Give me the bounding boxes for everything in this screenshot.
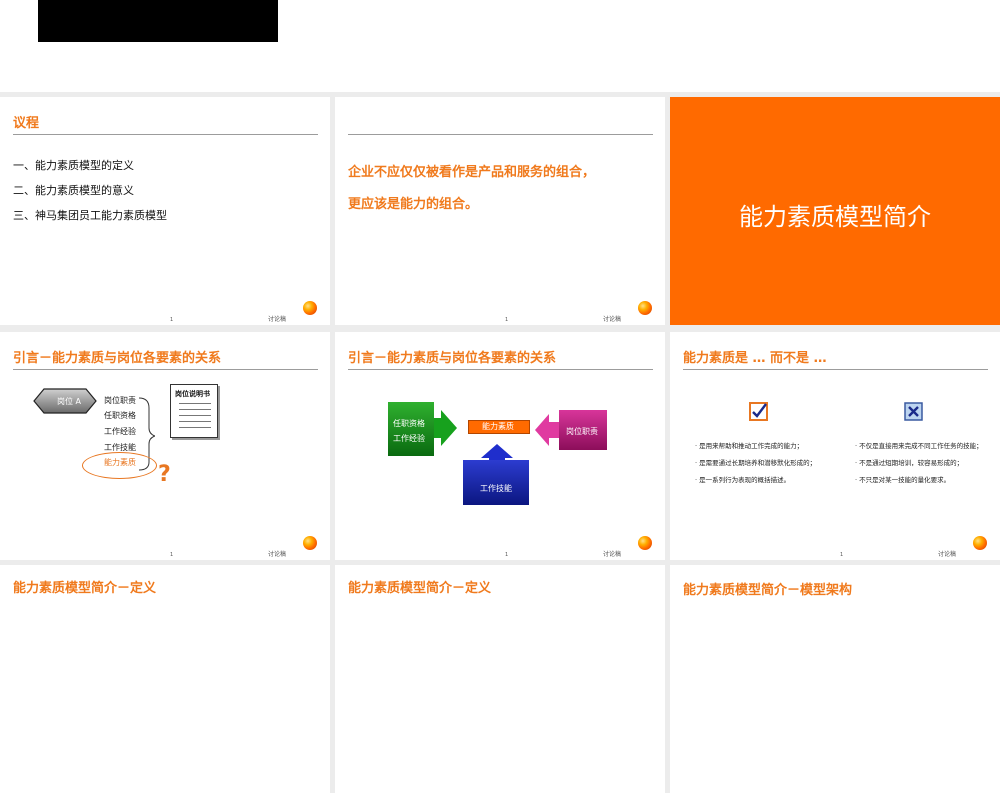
draft-label: 讨论稿 (268, 551, 287, 558)
slide-thumbnail-6[interactable]: 能力素质是 … 而不是 … · 是用来帮助和推动工作完成的能力； · 是需要通过… (670, 332, 1000, 560)
orange-orb-icon (638, 301, 652, 315)
page-number: 1 (170, 552, 174, 558)
slide-title: 引言－能力素质与岗位各要素的关系 (13, 351, 222, 366)
agenda-item: 二、能力素质模型的意义 (13, 184, 134, 197)
green-box-line: 任职资格 (393, 419, 425, 428)
draft-label: 讨论稿 (603, 316, 622, 323)
title-rule (13, 369, 318, 370)
post-item: 工作经验 (104, 427, 136, 436)
magenta-arrow-icon (535, 414, 561, 446)
no-bullet: · 不是通过短期培训，较容易形成的； (855, 459, 964, 467)
title-rule (683, 369, 988, 370)
slide-title: 能力素质模型简介－定义 (13, 581, 157, 596)
no-bullet: · 不只是对某一技能的量化要求。 (855, 476, 951, 484)
title-rule (348, 369, 653, 370)
yes-bullet: · 是一系列行为表现的概括描述。 (695, 476, 791, 484)
page-number: 1 (840, 552, 844, 558)
slide-thumbnail-3[interactable]: 能力素质模型简介 (670, 97, 1000, 325)
hex-label: 岗位 A (57, 397, 82, 406)
green-box-line: 工作经验 (393, 434, 425, 443)
title-rule (13, 134, 318, 135)
page-number: 1 (505, 552, 509, 558)
slide-thumbnail-8[interactable]: 能力素质模型简介－定义 (335, 565, 665, 793)
black-header-block (38, 0, 278, 42)
page-number: 1 (170, 317, 174, 323)
slide-thumbnail-9[interactable]: 能力素质模型简介－模型架构 (670, 565, 1000, 793)
hexagon-shape (33, 388, 97, 414)
draft-label: 讨论稿 (603, 551, 622, 558)
checkbox-cross-icon (904, 402, 923, 421)
no-bullet: · 不仅是直接用来完成不同工作任务的技能； (855, 442, 983, 450)
orange-orb-icon (303, 536, 317, 550)
yes-bullet: · 是用来帮助和推动工作完成的能力； (695, 442, 804, 450)
orange-orb-icon (638, 536, 652, 550)
orange-orb-icon (303, 301, 317, 315)
slide-title: 引言－能力素质与岗位各要素的关系 (348, 351, 557, 366)
center-box-label: 能力素质 (482, 422, 514, 431)
post-item: 岗位职责 (104, 396, 136, 405)
top-toolbar (0, 0, 1000, 92)
slide-title: 能力素质是 … 而不是 … (683, 351, 827, 366)
post-item: 任职资格 (104, 411, 136, 420)
title-rule (348, 134, 653, 135)
document-icon: 岗位说明书 (170, 384, 218, 438)
draft-label: 讨论稿 (938, 551, 957, 558)
quote-line: 更应该是能力的组合。 (348, 197, 479, 212)
slide-thumbnail-4[interactable]: 引言－能力素质与岗位各要素的关系 岗位 A 岗位职责 任职资格 工作经验 工作技… (0, 332, 330, 560)
slide-thumbnail-7[interactable]: 能力素质模型简介－定义 (0, 565, 330, 793)
highlight-ellipse (82, 452, 157, 479)
slide-thumbnail-2[interactable]: 企业不应仅仅被看作是产品和服务的组合， 更应该是能力的组合。 1 讨论稿 (335, 97, 665, 325)
draft-label: 讨论稿 (268, 316, 287, 323)
checkbox-checked-icon (749, 402, 768, 421)
slide-title: 能力素质模型简介－定义 (348, 581, 492, 596)
slide-thumbnail-5[interactable]: 引言－能力素质与岗位各要素的关系 任职资格 工作经验 岗位职责 工作技能 能力素… (335, 332, 665, 560)
slide-title: 能力素质模型简介－模型架构 (683, 583, 853, 598)
agenda-item: 一、能力素质模型的定义 (13, 159, 134, 172)
blue-box-label: 工作技能 (480, 484, 512, 493)
slide-thumbnail-1[interactable]: 议程 一、能力素质模型的定义 二、能力素质模型的意义 三、神马集团员工能力素质模… (0, 97, 330, 325)
green-arrow-icon (431, 410, 457, 446)
section-title: 能力素质模型简介 (739, 203, 931, 231)
orange-orb-icon (973, 536, 987, 550)
question-mark-icon: ? (158, 462, 171, 487)
page-number: 1 (505, 317, 509, 323)
quote-line: 企业不应仅仅被看作是产品和服务的组合， (348, 165, 596, 180)
yes-bullet: · 是需要通过长期培养和潜移默化形成的； (695, 459, 817, 467)
green-box (388, 402, 434, 456)
doc-title: 岗位说明书 (175, 390, 210, 398)
magenta-box-label: 岗位职责 (566, 427, 598, 436)
agenda-item: 三、神马集团员工能力素质模型 (13, 209, 167, 222)
slide-title: 议程 (13, 116, 40, 131)
